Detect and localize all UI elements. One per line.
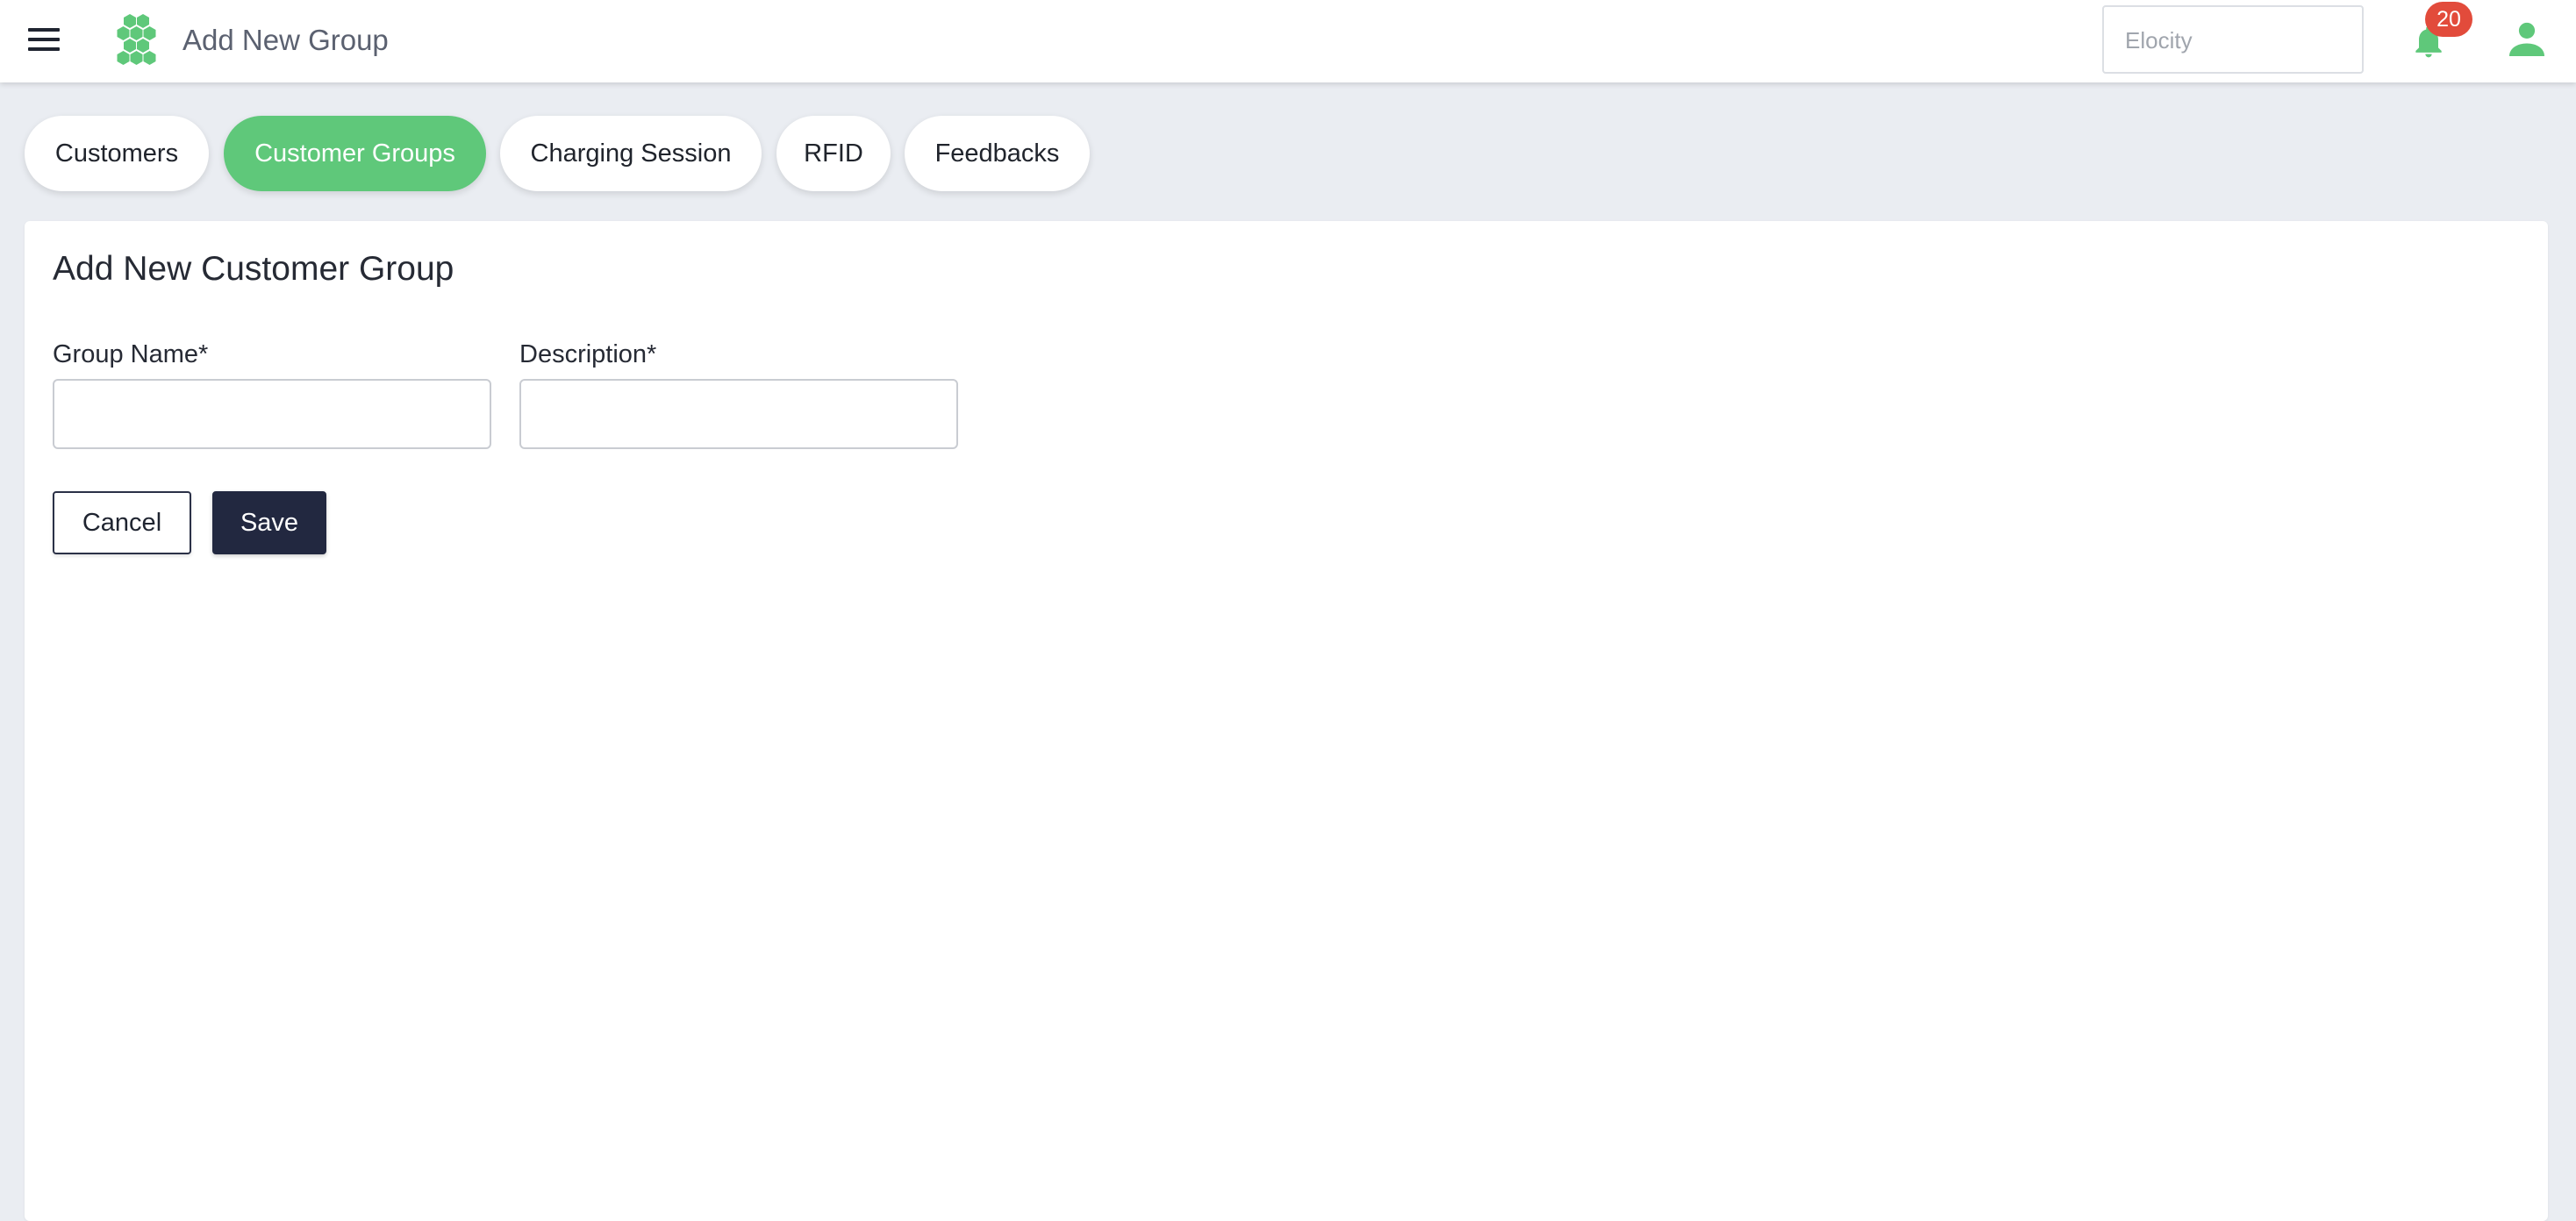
group-name-label: Group Name* bbox=[53, 340, 209, 368]
page-title: Add New Group bbox=[182, 24, 389, 56]
tab-rfid[interactable]: RFID bbox=[776, 116, 891, 191]
top-app-bar: Add New Group 20 bbox=[0, 0, 2576, 82]
description-input[interactable] bbox=[519, 379, 958, 449]
group-name-input[interactable] bbox=[53, 379, 491, 449]
add-customer-group-card: Add New Customer Group Group Name* Descr… bbox=[25, 221, 2548, 1221]
user-icon[interactable] bbox=[2508, 21, 2546, 56]
tab-charging-session[interactable]: Charging Session bbox=[500, 116, 762, 191]
organization-selector[interactable] bbox=[2102, 5, 2364, 74]
description-label: Description* bbox=[519, 340, 657, 368]
organization-input[interactable] bbox=[2125, 23, 2344, 58]
tab-customer-groups[interactable]: Customer Groups bbox=[224, 116, 486, 191]
cancel-button[interactable]: Cancel bbox=[53, 491, 191, 554]
notification-count-badge: 20 bbox=[2425, 2, 2472, 37]
hexagon-cluster-logo bbox=[117, 14, 156, 65]
save-button[interactable]: Save bbox=[212, 491, 326, 554]
hamburger-menu-icon[interactable] bbox=[25, 25, 67, 56]
form-title: Add New Customer Group bbox=[53, 250, 454, 288]
tab-feedbacks[interactable]: Feedbacks bbox=[905, 116, 1090, 191]
tab-customers[interactable]: Customers bbox=[25, 116, 209, 191]
